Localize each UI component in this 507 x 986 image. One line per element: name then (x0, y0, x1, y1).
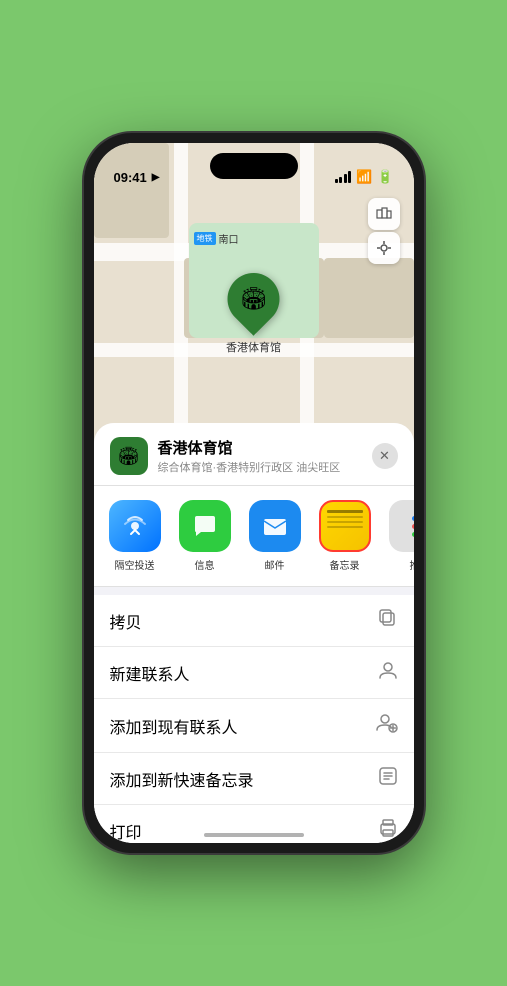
phone-frame: 09:41 ▶ 📶 🔋 (84, 133, 424, 853)
marker-venue-icon: 🏟 (240, 286, 268, 312)
share-messages[interactable]: 信息 (174, 500, 236, 572)
airdrop-icon (109, 500, 161, 552)
airdrop-svg (121, 512, 149, 540)
action-quick-note[interactable]: 添加到新快速备忘录 (94, 753, 414, 805)
new-contact-label: 新建联系人 (110, 661, 190, 685)
mail-svg (261, 512, 289, 540)
action-copy[interactable]: 拷贝 (94, 595, 414, 647)
status-icons: 📶 🔋 (335, 169, 394, 185)
airdrop-label: 隔空投送 (115, 557, 155, 572)
share-airdrop[interactable]: 隔空投送 (104, 500, 166, 572)
share-more[interactable]: 推 (384, 500, 414, 572)
add-contact-label: 添加到现有联系人 (110, 714, 238, 738)
venue-marker[interactable]: 🏟 香港体育馆 (226, 273, 281, 355)
marker-label: 香港体育馆 (226, 339, 281, 355)
marker-pin: 🏟 (217, 262, 291, 336)
new-contact-icon (378, 660, 398, 685)
location-arrow-icon: ▶ (152, 172, 160, 183)
share-mail[interactable]: 邮件 (244, 500, 306, 572)
copy-icon (378, 608, 398, 633)
venue-icon: 🏟 (110, 437, 148, 475)
close-button[interactable]: ✕ (372, 443, 398, 469)
venue-info: 香港体育馆 综合体育馆·香港特别行政区 油尖旺区 (158, 437, 362, 475)
messages-label: 信息 (195, 557, 215, 572)
mail-label: 邮件 (265, 557, 285, 572)
action-new-contact[interactable]: 新建联系人 (94, 647, 414, 699)
print-icon (378, 818, 398, 843)
mail-icon (249, 500, 301, 552)
quick-note-label: 添加到新快速备忘录 (110, 767, 254, 791)
action-print[interactable]: 打印 (94, 805, 414, 843)
messages-svg (191, 512, 219, 540)
bottom-sheet: 🏟 香港体育馆 综合体育馆·香港特别行政区 油尖旺区 ✕ (94, 423, 414, 843)
share-notes[interactable]: 备忘录 (314, 500, 376, 572)
map-controls (368, 198, 400, 264)
station-name: 南口 (219, 231, 239, 246)
print-label: 打印 (110, 819, 142, 843)
signal-icon (335, 171, 352, 183)
battery-icon: 🔋 (377, 169, 393, 185)
home-indicator (204, 833, 304, 837)
status-time: 09:41 ▶ (114, 170, 160, 185)
more-icon (389, 500, 414, 552)
location-button[interactable] (368, 232, 400, 264)
map-block (324, 258, 414, 338)
wifi-icon: 📶 (356, 169, 372, 185)
dynamic-island (210, 153, 298, 179)
sheet-header: 🏟 香港体育馆 综合体育馆·香港特别行政区 油尖旺区 ✕ (94, 423, 414, 486)
more-label: 推 (410, 557, 414, 572)
map-type-button[interactable] (368, 198, 400, 230)
copy-label: 拷贝 (110, 609, 142, 633)
notes-icon (319, 500, 371, 552)
action-list: 拷贝 新建联系人 (94, 595, 414, 843)
quick-note-icon (378, 766, 398, 791)
phone-screen: 09:41 ▶ 📶 🔋 (94, 143, 414, 843)
add-contact-icon (376, 712, 398, 739)
venue-name: 香港体育馆 (158, 437, 362, 458)
station-label: 地铁 南口 (194, 231, 239, 246)
action-add-contact[interactable]: 添加到现有联系人 (94, 699, 414, 753)
location-icon (376, 240, 392, 256)
venue-subtitle: 综合体育馆·香港特别行政区 油尖旺区 (158, 459, 362, 475)
map-type-icon (376, 206, 392, 222)
messages-icon (179, 500, 231, 552)
share-row: 隔空投送 信息 (94, 486, 414, 587)
station-badge: 地铁 (194, 232, 216, 245)
notes-label: 备忘录 (330, 557, 360, 572)
